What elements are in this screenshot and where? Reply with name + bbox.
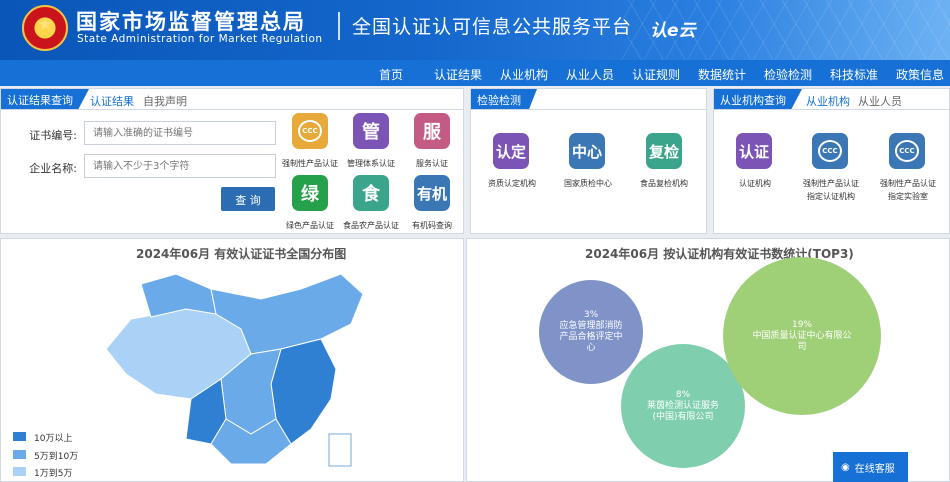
chat-icon: ◉ bbox=[841, 461, 850, 473]
tile-ccc-labs[interactable]: CCC bbox=[889, 133, 925, 169]
tile-ccc[interactable]: CCC bbox=[292, 113, 328, 149]
bubble-value: 8% bbox=[675, 389, 691, 400]
national-emblem-icon: ★ bbox=[22, 5, 68, 51]
caption-cert-bodies: 认证机构 bbox=[739, 179, 771, 188]
tab-cert-results[interactable]: 认证结果 bbox=[90, 93, 134, 109]
tile-food-recheck[interactable]: 复检 bbox=[646, 133, 682, 169]
company-name-label: 企业名称: bbox=[29, 162, 77, 175]
caption-organic: 有机码查询 bbox=[412, 221, 452, 230]
caption-ccc-labs: 强制性产品认证指定实验室 bbox=[880, 179, 936, 201]
legend-high: 10万以上 bbox=[34, 434, 73, 444]
ccc-icon: CCC bbox=[895, 140, 919, 162]
brand-logo-icon: 认e云 bbox=[650, 21, 696, 41]
china-map[interactable] bbox=[101, 269, 371, 479]
tab-underline bbox=[1, 109, 463, 110]
caption-food-recheck: 食品复检机构 bbox=[640, 179, 688, 188]
bubble-label: 莱茵检测认证服务(中国)有限公司 bbox=[646, 400, 719, 422]
inspection-panel: 检验检测 认定 资质认定机构 中心 国家质检中心 复检 食品复检机构 bbox=[470, 88, 707, 234]
bubble-label: 应急管理部消防产品合格评定中心 bbox=[559, 321, 623, 353]
bubble-value: 3% bbox=[583, 310, 599, 320]
ccc-icon: CCC bbox=[818, 140, 842, 162]
tile-service[interactable]: 服 bbox=[414, 113, 450, 149]
header-divider bbox=[338, 12, 340, 40]
tile-green[interactable]: 绿 bbox=[292, 175, 328, 211]
company-name-input[interactable] bbox=[84, 154, 276, 178]
legend-low: 1万到5万 bbox=[34, 469, 73, 479]
tile-ccc-bodies[interactable]: CCC bbox=[812, 133, 848, 169]
tile-national-center[interactable]: 中心 bbox=[569, 133, 605, 169]
south-china-sea-inset bbox=[328, 433, 352, 467]
caption-ccc-bodies: 强制性产品认证指定认证机构 bbox=[803, 179, 859, 201]
nav-stats[interactable]: 数据统计 bbox=[698, 66, 746, 83]
platform-title[interactable]: 全国认证认可信息公共服务平台 bbox=[352, 12, 632, 39]
bubble-2[interactable]: 8% 莱茵检测认证服务(中国)有限公司 bbox=[621, 344, 745, 468]
cert-search-panel: 认证结果查询 认证结果 自我声明 证书编号: 企业名称: 查 询 CCC 强制性… bbox=[0, 88, 464, 234]
caption-service: 服务认证 bbox=[416, 159, 448, 168]
nav-staff[interactable]: 从业人员 bbox=[566, 66, 614, 83]
tab-cert-query[interactable]: 认证结果查询 bbox=[1, 89, 89, 109]
nav-home[interactable]: 首页 bbox=[379, 66, 403, 83]
cert-number-input[interactable] bbox=[84, 121, 276, 145]
tile-management[interactable]: 管 bbox=[353, 113, 389, 149]
online-service-label: 在线客服 bbox=[854, 463, 895, 475]
legend-mid: 5万到10万 bbox=[34, 452, 79, 462]
bubble-value: 19% bbox=[791, 319, 812, 330]
tab-orgs[interactable]: 从业机构 bbox=[806, 93, 850, 109]
bubble-label: 中国质量认证中心有限公司 bbox=[752, 330, 852, 352]
nav-cert-results[interactable]: 认证结果 bbox=[434, 66, 482, 83]
tile-organic[interactable]: 有机 bbox=[414, 175, 450, 211]
bubble-3[interactable]: 19% 中国质量认证中心有限公司 bbox=[723, 257, 881, 415]
tab-inspection[interactable]: 检验检测 bbox=[471, 89, 537, 109]
agency-title[interactable]: 国家市场监督管理总局 bbox=[76, 6, 306, 36]
tile-cert-bodies[interactable]: 认证 bbox=[736, 133, 772, 169]
nav-inspection[interactable]: 检验检测 bbox=[764, 66, 812, 83]
tab-staff[interactable]: 从业人员 bbox=[858, 93, 902, 109]
tab-underline bbox=[471, 109, 706, 110]
legend-swatch-high bbox=[13, 432, 26, 441]
online-service-button[interactable]: ◉ 在线客服 bbox=[833, 452, 908, 482]
legend-swatch-low bbox=[13, 467, 26, 476]
tile-food[interactable]: 食 bbox=[353, 175, 389, 211]
tile-qualification[interactable]: 认定 bbox=[493, 133, 529, 169]
main-nav: 首页 认证结果 从业机构 从业人员 认证规则 数据统计 检验检测 科技标准 政策… bbox=[0, 60, 950, 86]
nav-policy[interactable]: 政策信息 bbox=[896, 66, 944, 83]
nav-standards[interactable]: 科技标准 bbox=[830, 66, 878, 83]
tab-underline bbox=[714, 109, 949, 110]
cert-number-label: 证书编号: bbox=[29, 129, 77, 142]
query-button[interactable]: 查 询 bbox=[221, 187, 275, 211]
tab-self-declaration[interactable]: 自我声明 bbox=[143, 93, 187, 109]
bubble-chart-panel: 2024年06月 按认证机构有效证书数统计(TOP3) 3% 应急管理部消防产品合… bbox=[466, 238, 950, 482]
nav-rules[interactable]: 认证规则 bbox=[632, 66, 680, 83]
org-panel: 从业机构查询 从业机构 从业人员 认证 认证机构 CCC 强制性产品认证指定认证… bbox=[713, 88, 950, 234]
bubble-1[interactable]: 3% 应急管理部消防产品合格评定中心 bbox=[539, 280, 643, 384]
ccc-icon: CCC bbox=[298, 120, 322, 142]
tab-org-query[interactable]: 从业机构查询 bbox=[714, 89, 802, 109]
agency-title-en: State Administration for Market Regulati… bbox=[77, 33, 323, 45]
map-chart-title: 2024年06月 有效认证证书全国分布图 bbox=[136, 247, 347, 261]
map-region-northwest bbox=[140, 273, 217, 318]
nav-orgs[interactable]: 从业机构 bbox=[500, 66, 548, 83]
site-header: ★ 国家市场监督管理总局 State Administration for Ma… bbox=[0, 0, 950, 60]
legend-swatch-mid bbox=[13, 450, 26, 459]
map-chart-panel: 2024年06月 有效认证证书全国分布图 10万以上 5万到10万 1万到5万 bbox=[0, 238, 464, 482]
